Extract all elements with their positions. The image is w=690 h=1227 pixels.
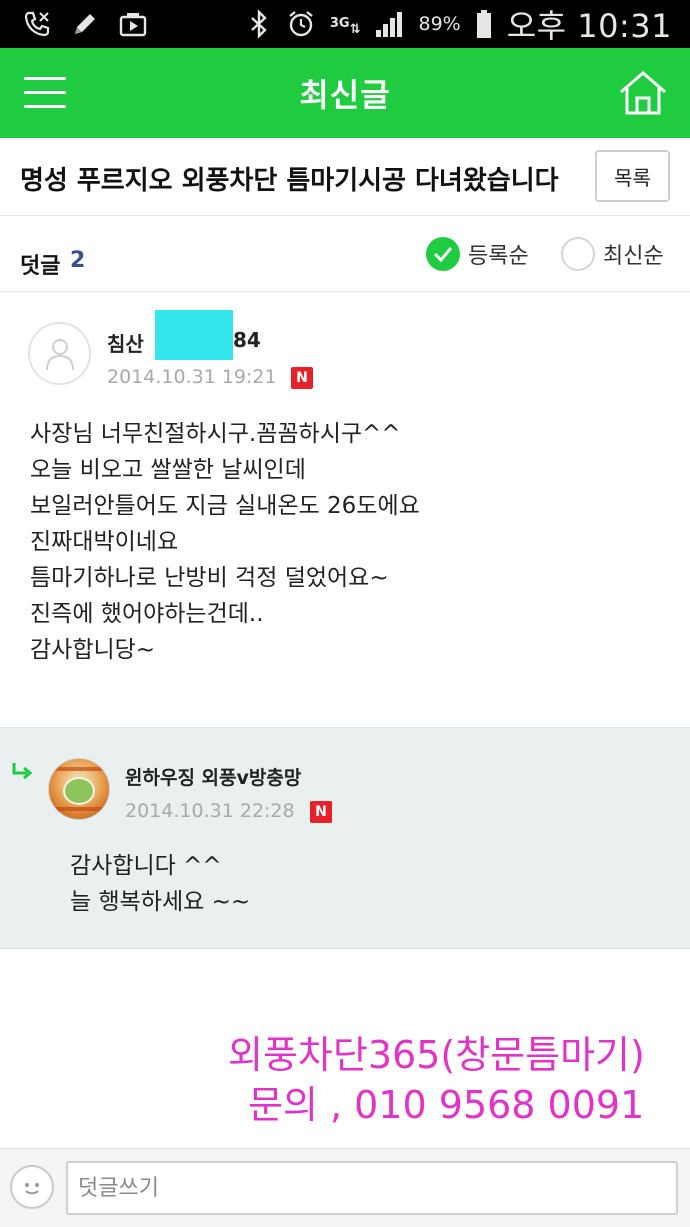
sort-option-latest[interactable]: 최신순 (561, 236, 664, 272)
reply-line: 감사합니다 ^^ (70, 853, 222, 879)
comment-input-bar (0, 1148, 690, 1227)
comment-date: 2014.10.31 19:21 (107, 366, 277, 388)
media-icon (118, 9, 148, 39)
comment-line: 감사합니당~ (30, 637, 156, 663)
comment-body: 사장님 너무친절하시구.꼼꼼하시구^^ 오늘 비오고 쌀쌀한 날씨인데 보일러안… (30, 416, 420, 668)
check-icon (426, 237, 460, 271)
reply-body: 감사합니다 ^^ 늘 행복하세요 ~~ (70, 848, 250, 920)
battery-icon (475, 9, 493, 39)
pencil-icon (70, 9, 100, 39)
radio-unchecked-icon (561, 237, 595, 271)
sort-option-registered[interactable]: 등록순 (426, 236, 529, 272)
promo-line-1: 외풍차단365(창문틈마기) (228, 1033, 645, 1077)
new-badge: N (291, 367, 313, 389)
hamburger-menu-icon[interactable] (24, 77, 66, 109)
reply-line: 늘 행복하세요 ~~ (70, 889, 251, 915)
reply-item: 윈하우징 외풍v방충망 2014.10.31 22:28 N 감사합니다 ^^ … (0, 727, 690, 949)
clock: 오후 10:31 (506, 7, 672, 45)
signal-icon (374, 10, 404, 38)
comment-line: 사장님 너무친절하시구.꼼꼼하시구^^ (30, 421, 401, 447)
bluetooth-icon (246, 9, 272, 39)
reply-arrow-icon (12, 763, 33, 780)
sort-label-latest: 최신순 (603, 244, 664, 269)
home-icon[interactable] (618, 70, 668, 116)
comment-item: 침산 84 2014.10.31 19:21 N 사장님 너무친절하시구.꼼꼼하… (0, 292, 690, 727)
redaction-block (155, 310, 233, 360)
comments-count: 2 (70, 248, 86, 273)
network-type-label: 3G (329, 16, 350, 31)
page-title: 최신글 (299, 76, 391, 114)
emoticon-icon[interactable] (10, 1165, 54, 1209)
comment-line: 진즉에 했어야하는건데.. (30, 601, 264, 627)
comment-line: 오늘 비오고 쌀쌀한 날씨인데 (30, 457, 306, 483)
alarm-icon (286, 9, 316, 39)
list-button[interactable]: 목록 (595, 150, 670, 202)
reply-author[interactable]: 윈하우징 외풍v방충망 (125, 763, 301, 790)
comments-header: 덧글 2 등록순 최신순 (0, 216, 690, 292)
missed-call-icon (22, 9, 52, 39)
status-bar: 3G ⇅ 89% 오후 10:31 (0, 0, 690, 48)
comment-line: 보일러안틀어도 지금 실내온도 26도에요 (30, 493, 420, 519)
sort-label-registered: 등록순 (468, 244, 529, 269)
promo-line-2: 문의 , 010 9568 0091 (248, 1083, 645, 1127)
network-type-icon: 3G ⇅ (329, 16, 361, 37)
comment-input[interactable] (66, 1161, 678, 1215)
reply-date: 2014.10.31 22:28 (125, 800, 295, 822)
promo-watermark: 외풍차단365(창문틈마기) 문의 , 010 9568 0091 (228, 1030, 645, 1130)
comment-line: 틈마기하나로 난방비 걱정 덜었어요~ (30, 565, 389, 591)
comment-author[interactable]: 침산 (107, 328, 144, 357)
shop-avatar[interactable] (48, 758, 110, 820)
new-badge: N (310, 801, 332, 823)
post-title[interactable]: 명성 푸르지오 외풍차단 틈마기시공 다녀왔습니다 (20, 160, 580, 197)
app-header: 최신글 (0, 48, 690, 138)
default-avatar-icon[interactable] (28, 322, 91, 385)
battery-percent: 89% (418, 13, 461, 35)
comment-line: 진짜대박이네요 (30, 529, 179, 555)
post-title-row: 명성 푸르지오 외풍차단 틈마기시공 다녀왔습니다 목록 (0, 138, 690, 216)
comments-label: 덧글 (20, 254, 61, 279)
comment-author-suffix[interactable]: 84 (233, 328, 261, 352)
